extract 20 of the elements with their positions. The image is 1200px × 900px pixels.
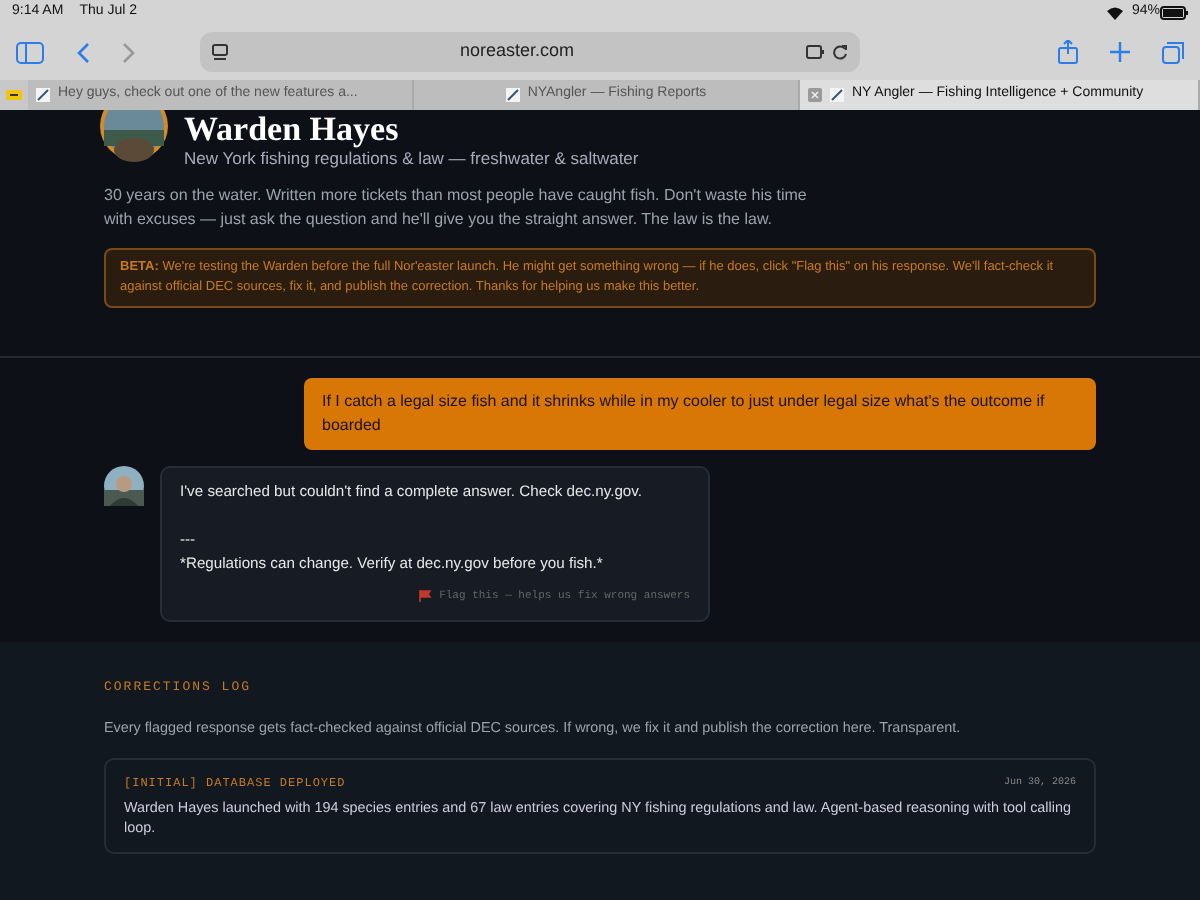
sidebar-icon[interactable] <box>16 41 44 63</box>
profile-bio: 30 years on the water. Written more tickets than most people have caught fish. Don't waste his time with excuses — just ask the question and he'll give you the straight answer. The law is the law. <box>104 183 809 232</box>
back-icon[interactable] <box>76 41 90 63</box>
favicon-icon <box>830 88 844 102</box>
tabs-icon[interactable] <box>1162 41 1184 63</box>
user-message: If I catch a legal size fish and it shrinks while in my cooler to just under legal size what's the outcome if boarded <box>304 377 1096 450</box>
wifi-icon <box>1105 5 1124 19</box>
close-icon[interactable] <box>808 88 822 102</box>
profile-name: Warden Hayes <box>184 112 401 146</box>
extension-icon[interactable] <box>806 44 824 60</box>
forward-icon[interactable] <box>122 41 136 63</box>
favicon-icon <box>505 88 520 102</box>
profile-subtitle: New York fishing regulations & law — freshwater & saltwater <box>184 148 639 172</box>
favicon-icon <box>36 88 50 102</box>
flag-icon[interactable] <box>417 589 432 602</box>
battery-icon <box>1160 5 1188 19</box>
new-tab-icon[interactable] <box>1110 42 1130 62</box>
share-icon[interactable] <box>1058 40 1078 64</box>
reload-icon[interactable] <box>832 44 848 60</box>
reader-icon <box>212 44 228 60</box>
